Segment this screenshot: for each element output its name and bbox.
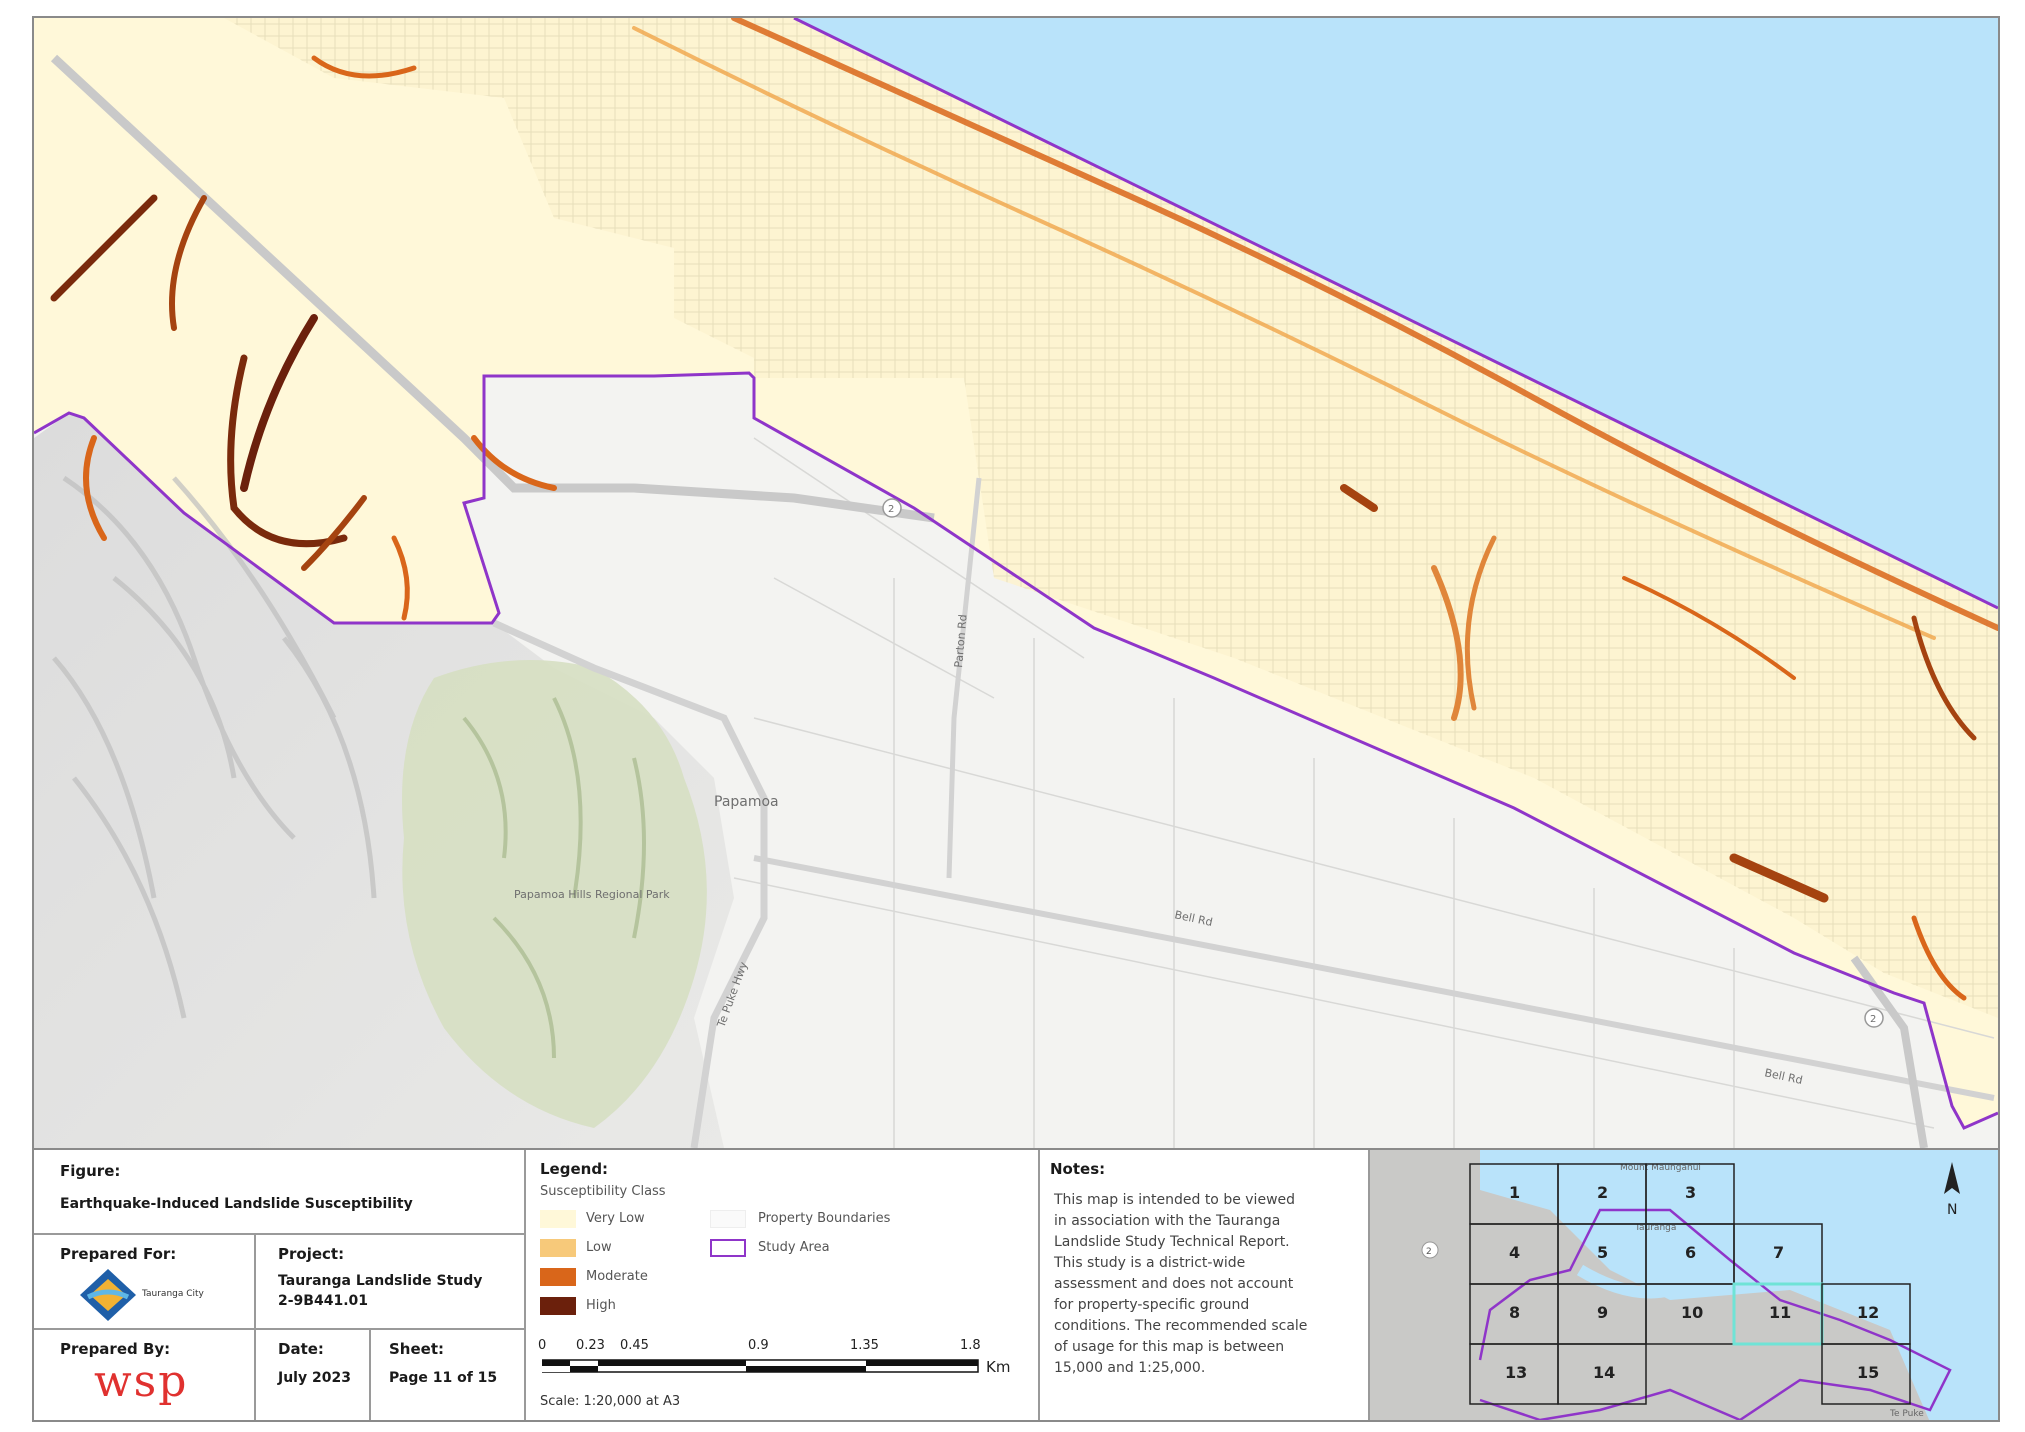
date-value: July 2023 <box>278 1370 351 1386</box>
sheet-tile-label: 8 <box>1509 1303 1520 1322</box>
figure-cell: Figure: Earthquake-Induced Landslide Sus… <box>34 1150 526 1235</box>
date-label: Date: <box>278 1340 324 1358</box>
notes-line: This study is a district-wide <box>1054 1255 1246 1271</box>
map-view[interactable]: Papamoa Papamoa Hills Regional Park Te P… <box>34 18 1998 1148</box>
sheet-tile-label: 3 <box>1685 1183 1696 1202</box>
project-number: 2-9B441.01 <box>278 1293 368 1309</box>
prepared-for-cell: Prepared For: Tauranga City <box>34 1235 256 1330</box>
prepared-for-label: Prepared For: <box>60 1245 177 1263</box>
legend-very-low: Very Low <box>586 1211 645 1226</box>
legend-property-boundaries: Property Boundaries <box>758 1211 891 1226</box>
north-label: N <box>1947 1202 1957 1218</box>
sheet-tile-label: 1 <box>1509 1183 1520 1202</box>
legend-moderate: Moderate <box>586 1269 648 1284</box>
notes-line: Landslide Study Technical Report. <box>1054 1234 1290 1250</box>
inset-canvas: Mount Maunganui Tauranga Te Puke 2 1 2 34 5… <box>1370 1150 1998 1420</box>
sheet-value: Page 11 of 15 <box>389 1370 498 1386</box>
inset-shield-sh2: 2 <box>1426 1247 1432 1257</box>
scale-bar <box>542 1359 979 1373</box>
scale-tick-045: 0.45 <box>620 1338 649 1353</box>
swatch-very-low <box>540 1210 576 1228</box>
prepared-by-cell: Prepared By: wsp <box>34 1330 256 1420</box>
notes-line: conditions. The recommended scale <box>1054 1318 1308 1334</box>
sheet-tile-label: 2 <box>1597 1183 1608 1202</box>
legend-title: Legend: <box>540 1160 609 1178</box>
notes-line: This map is intended to be viewed <box>1054 1192 1296 1208</box>
scale-tick-023: 0.23 <box>576 1338 605 1353</box>
legend-high: High <box>586 1298 616 1313</box>
inset-place-te-puke: Te Puke <box>1889 1409 1924 1419</box>
swatch-property-boundaries <box>710 1210 746 1228</box>
sheet-tile-label: 4 <box>1509 1243 1520 1262</box>
client-name: Tauranga City <box>142 1289 204 1299</box>
scale-tick-0: 0 <box>538 1338 547 1353</box>
project-cell: Project: Tauranga Landslide Study 2-9B44… <box>256 1235 526 1330</box>
legend-cell: Legend: Susceptibility Class Very Low Lo… <box>526 1150 1040 1420</box>
sheet-tile-label: 14 <box>1593 1363 1615 1382</box>
shield-sh2-label: 2 <box>888 504 894 515</box>
sheet-cell: Sheet: Page 11 of 15 <box>371 1330 526 1420</box>
notes-body: This map is intended to be viewed in ass… <box>1054 1190 1307 1379</box>
legend-subtitle: Susceptibility Class <box>540 1184 666 1199</box>
notes-line: of usage for this map is between <box>1054 1339 1285 1355</box>
sheet-tile-label: 9 <box>1597 1303 1608 1322</box>
swatch-low <box>540 1239 576 1257</box>
notes-line: assessment and does not account <box>1054 1276 1294 1292</box>
sheet-label: Sheet: <box>389 1340 444 1358</box>
project-label: Project: <box>278 1245 345 1263</box>
figure-label: Figure: <box>60 1162 121 1180</box>
swatch-study-area <box>710 1239 746 1257</box>
map-sheet: Papamoa Papamoa Hills Regional Park Te P… <box>32 16 2000 1422</box>
scale-tick-09: 0.9 <box>748 1338 769 1353</box>
map-canvas: Papamoa Papamoa Hills Regional Park Te P… <box>34 18 1998 1148</box>
sheet-tile-label: 11 <box>1769 1303 1791 1322</box>
legend-study-area: Study Area <box>758 1240 830 1255</box>
notes-title: Notes: <box>1050 1160 1106 1178</box>
scale-tick-18: 1.8 <box>960 1338 981 1353</box>
date-cell: Date: July 2023 <box>256 1330 371 1420</box>
scale-text: Scale: 1:20,000 at A3 <box>540 1394 681 1409</box>
legend-low: Low <box>586 1240 612 1255</box>
sheet-tile-label: 5 <box>1597 1243 1608 1262</box>
inset-map: Mount Maunganui Tauranga Te Puke 2 12345… <box>1370 1150 1998 1420</box>
sheet-tile-label: 13 <box>1505 1363 1527 1382</box>
label-papamoa: Papamoa <box>714 794 779 810</box>
sheet-tile-label: 7 <box>1773 1243 1784 1262</box>
client-logo-icon <box>80 1269 136 1321</box>
sheet-tile-label: 15 <box>1857 1363 1879 1382</box>
notes-cell: Notes: This map is intended to be viewed… <box>1040 1150 1370 1420</box>
sheet-tile-label: 10 <box>1681 1303 1703 1322</box>
title-block: Figure: Earthquake-Induced Landslide Sus… <box>34 1148 1998 1420</box>
wsp-logo: wsp <box>94 1356 189 1407</box>
shield-sh2-east-label: 2 <box>1870 1014 1876 1025</box>
project-name: Tauranga Landslide Study <box>278 1273 483 1289</box>
sheet-tile-label: 6 <box>1685 1243 1696 1262</box>
figure-title: Earthquake-Induced Landslide Susceptibil… <box>60 1196 413 1212</box>
label-regional-park: Papamoa Hills Regional Park <box>514 888 670 901</box>
notes-line: for property-specific ground <box>1054 1297 1250 1313</box>
swatch-high <box>540 1297 576 1315</box>
swatch-moderate <box>540 1268 576 1286</box>
notes-line: in association with the Tauranga <box>1054 1213 1281 1229</box>
scale-tick-135: 1.35 <box>850 1338 879 1353</box>
notes-line: 15,000 and 1:25,000. <box>1054 1360 1206 1376</box>
sheet-tile-label: 12 <box>1857 1303 1879 1322</box>
scale-unit: Km <box>986 1358 1011 1376</box>
